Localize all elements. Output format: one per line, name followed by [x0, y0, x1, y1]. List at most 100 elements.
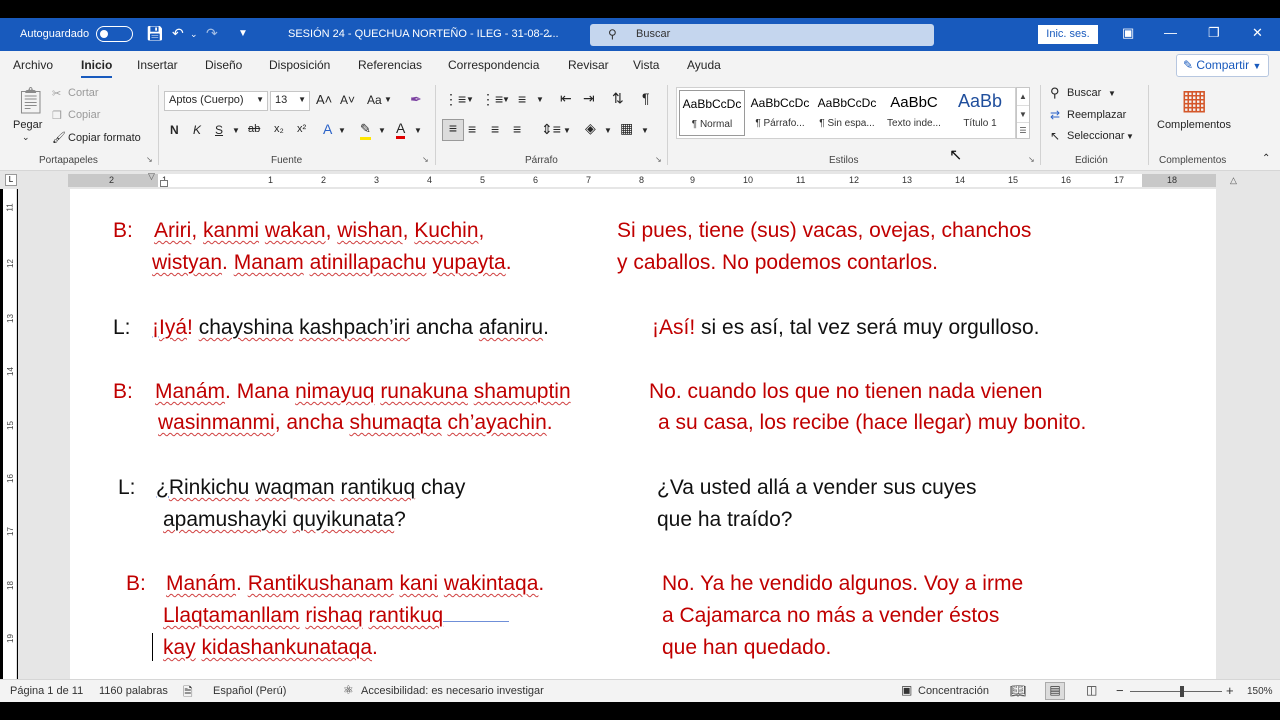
shrink-font-button[interactable]: A˅ — [340, 93, 355, 107]
align-center-icon[interactable]: ≡ — [468, 121, 476, 137]
select-button[interactable]: Seleccionar — [1067, 130, 1124, 142]
styles-more-icon[interactable]: ☰ — [1017, 122, 1029, 138]
customize-toolbar-icon[interactable]: ▼ — [238, 28, 248, 39]
increase-indent-icon[interactable]: ⇥ — [583, 90, 595, 107]
first-line-indent-marker[interactable]: ▽ — [148, 171, 155, 182]
multilevel-list-icon[interactable]: ≡ — [518, 91, 526, 107]
zoom-slider[interactable] — [1130, 691, 1222, 692]
bullets-chevron-icon[interactable]: ▼ — [466, 95, 474, 104]
styles-up-icon[interactable]: ▲ — [1017, 88, 1029, 105]
ribbon-display-icon[interactable]: ▣ — [1122, 25, 1134, 41]
font-color-chevron-icon[interactable]: ▼ — [414, 126, 422, 135]
share-button[interactable]: ✎ Compartir ▼ — [1176, 54, 1269, 77]
accessibility-status[interactable]: Accesibilidad: es necesario investigar — [361, 685, 544, 697]
bold-button[interactable]: N — [170, 123, 179, 137]
print-layout-icon[interactable]: ▤ — [1045, 682, 1065, 700]
text-effects-icon[interactable]: A — [323, 121, 332, 137]
clipboard-launcher-icon[interactable]: ↘ — [146, 155, 153, 164]
collapse-ribbon-icon[interactable]: ⌃ — [1262, 153, 1270, 164]
word-count[interactable]: 1160 palabras — [99, 685, 168, 697]
justify-icon[interactable]: ≡ — [513, 121, 521, 137]
focus-icon[interactable]: ▣ — [901, 683, 912, 697]
highlight-chevron-icon[interactable]: ▼ — [378, 126, 386, 135]
align-right-icon[interactable]: ≡ — [491, 121, 499, 137]
tab-disposicion[interactable]: Disposición — [269, 58, 330, 72]
show-marks-button[interactable]: ¶ — [642, 90, 650, 106]
zoom-slider-thumb[interactable] — [1180, 686, 1184, 697]
format-painter-icon[interactable]: 🖌︎ — [52, 131, 66, 144]
replace-button[interactable]: Reemplazar — [1067, 109, 1126, 121]
vertical-ruler[interactable]: 11 12 13 14 15 16 17 18 19 — [3, 189, 17, 679]
style-list-paragraph[interactable]: AaBbCcDc ¶ Párrafo... — [747, 90, 813, 136]
style-body-indent[interactable]: AaBbC Texto inde... — [881, 90, 947, 136]
style-no-spacing[interactable]: AaBbCcDc ¶ Sin espa... — [814, 90, 880, 136]
decrease-indent-icon[interactable]: ⇤ — [560, 90, 572, 107]
zoom-in-button[interactable]: + — [1226, 683, 1234, 698]
tab-selector-icon[interactable]: L — [5, 174, 17, 186]
minimize-icon[interactable]: — — [1164, 25, 1177, 40]
tab-insertar[interactable]: Insertar — [137, 58, 178, 72]
title-chevron-down-icon[interactable]: ⌄ — [546, 29, 554, 40]
styles-down-icon[interactable]: ▼ — [1017, 105, 1029, 122]
change-case-button[interactable]: Aa — [367, 93, 382, 107]
font-name-box[interactable]: Aptos (Cuerpo) ▼ — [164, 91, 268, 111]
web-layout-icon[interactable]: ◫ — [1086, 683, 1097, 697]
font-size-box[interactable]: 13 ▼ — [270, 91, 310, 111]
autosave-toggle[interactable] — [96, 26, 133, 42]
font-color-icon[interactable]: A — [396, 120, 406, 139]
document-page[interactable]: B: Ariri, kanmi wakan, wishan, Kuchin, w… — [70, 189, 1216, 679]
hanging-indent-marker[interactable] — [160, 180, 168, 187]
styles-scroll[interactable]: ▲ ▼ ☰ — [1016, 87, 1030, 139]
tab-ayuda[interactable]: Ayuda — [687, 58, 721, 72]
underline-button[interactable]: S — [215, 123, 223, 137]
addins-icon[interactable]: ▦ — [1181, 83, 1207, 116]
cut-icon[interactable]: ✂ — [52, 87, 61, 100]
borders-chevron-icon[interactable]: ▼ — [641, 126, 649, 135]
tab-vista[interactable]: Vista — [633, 58, 659, 72]
tab-archivo[interactable]: Archivo — [13, 58, 53, 72]
cut-button[interactable]: Cortar — [68, 87, 99, 99]
find-button[interactable]: Buscar — [1067, 87, 1101, 99]
zoom-out-button[interactable]: − — [1116, 683, 1124, 698]
subscript-button[interactable]: x₂ — [274, 123, 284, 135]
paste-chevron-icon[interactable]: ⌄ — [22, 132, 30, 143]
read-mode-icon[interactable]: 📖︎ — [1010, 683, 1027, 699]
copy-icon[interactable]: ❐ — [52, 109, 62, 122]
search-box[interactable]: ⚲ Buscar — [590, 24, 934, 46]
format-painter-button[interactable]: Copiar formato — [68, 132, 141, 144]
find-icon[interactable]: ⚲ — [1050, 85, 1060, 101]
numbering-icon[interactable]: ⋮≡ — [481, 91, 503, 108]
document-title[interactable]: SESIÓN 24 - QUECHUA NORTEÑO - ILEG - 31-… — [288, 28, 559, 40]
text-effects-chevron-icon[interactable]: ▼ — [338, 126, 346, 135]
addins-button[interactable]: Complementos — [1157, 119, 1231, 131]
strikethrough-button[interactable]: ab — [248, 123, 260, 135]
tab-referencias[interactable]: Referencias — [358, 58, 422, 72]
line-spacing-icon[interactable]: ⇕≡ — [541, 121, 561, 138]
shading-chevron-icon[interactable]: ▼ — [604, 126, 612, 135]
numbering-chevron-icon[interactable]: ▼ — [502, 95, 510, 104]
undo-icon[interactable]: ↶ — [172, 25, 184, 42]
styles-launcher-icon[interactable]: ↘ — [1028, 155, 1035, 164]
change-case-chevron-icon[interactable]: ▼ — [384, 95, 392, 104]
redo-icon[interactable]: ↷ — [206, 25, 218, 42]
shading-icon[interactable]: ◈ — [585, 120, 596, 137]
clear-formatting-icon[interactable]: ✒ — [410, 91, 422, 108]
page-count[interactable]: Página 1 de 11 — [10, 685, 83, 697]
borders-icon[interactable]: ▦ — [620, 120, 633, 137]
select-chevron-icon[interactable]: ▼ — [1126, 132, 1134, 141]
copy-button[interactable]: Copiar — [68, 109, 100, 121]
tab-correspondencia[interactable]: Correspondencia — [448, 58, 539, 72]
undo-dropdown-icon[interactable]: ⌄ — [190, 29, 198, 40]
font-launcher-icon[interactable]: ↘ — [422, 155, 429, 164]
paste-button[interactable]: Pegar — [13, 119, 42, 131]
replace-icon[interactable]: ⇄ — [1050, 108, 1060, 122]
paragraph-launcher-icon[interactable]: ↘ — [655, 155, 662, 164]
paste-icon[interactable]: 📋︎ — [14, 85, 47, 116]
proofing-icon[interactable]: 🗎︎ — [183, 683, 193, 704]
right-indent-marker[interactable]: △ — [1230, 175, 1237, 186]
superscript-button[interactable]: x² — [297, 123, 306, 135]
style-heading-1[interactable]: AaBb Título 1 — [947, 90, 1013, 136]
focus-mode-button[interactable]: Concentración — [918, 685, 989, 697]
tab-diseno[interactable]: Diseño — [205, 58, 242, 72]
restore-icon[interactable]: ❐ — [1208, 25, 1220, 41]
